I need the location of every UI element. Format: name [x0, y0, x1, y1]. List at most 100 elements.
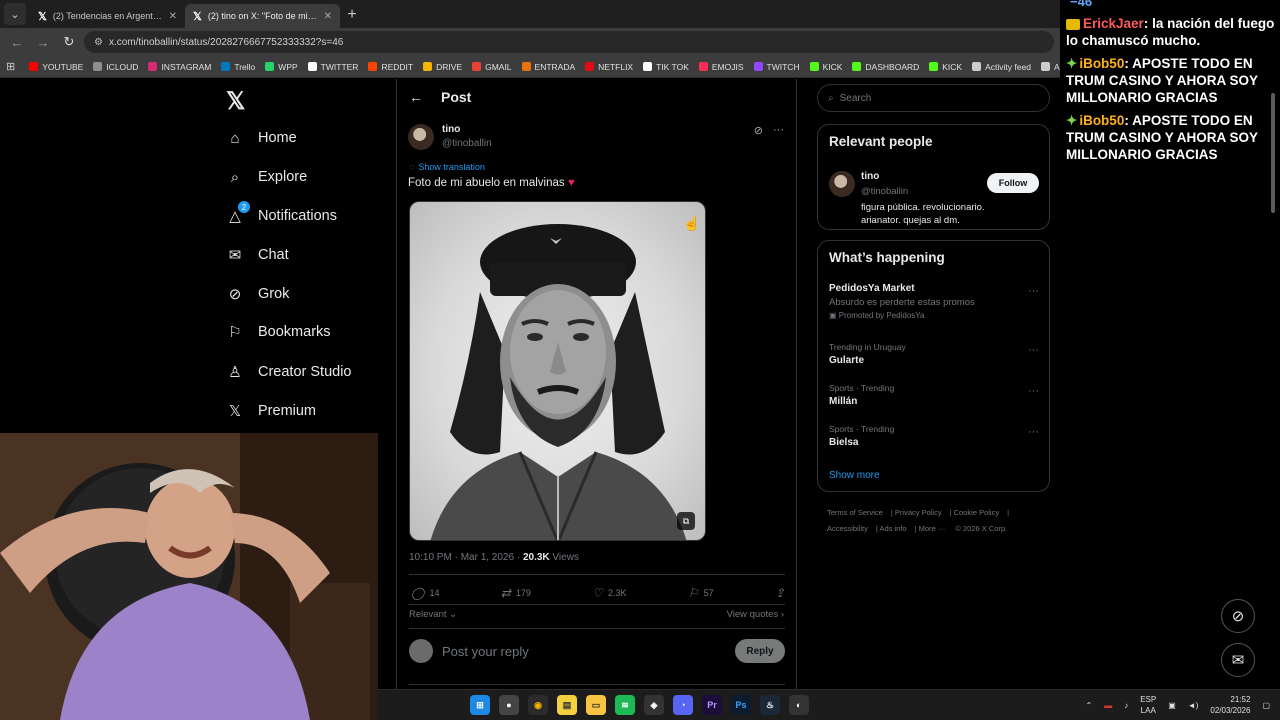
- mic-icon[interactable]: ♪: [1124, 701, 1128, 710]
- reply-action[interactable]: ◯ 14: [411, 586, 439, 600]
- nav-item-home[interactable]: ⌂ Home: [226, 129, 296, 147]
- follow-button[interactable]: Follow: [987, 173, 1039, 193]
- more-icon[interactable]: ···: [1028, 426, 1039, 438]
- scrollbar[interactable]: [1270, 85, 1276, 685]
- volume-icon[interactable]: ◄): [1188, 701, 1199, 710]
- epic-icon[interactable]: ◈: [644, 695, 664, 715]
- bookmark-item[interactable]: KICK: [929, 62, 962, 72]
- scrollbar-thumb[interactable]: [1271, 93, 1275, 213]
- apps-grid-icon[interactable]: ⊞: [6, 60, 15, 73]
- share-action[interactable]: ⇪: [775, 586, 785, 600]
- bookmark-item[interactable]: REDDIT: [368, 62, 413, 72]
- discord-icon[interactable]: ◔: [673, 695, 693, 715]
- bookmark-item[interactable]: KICK: [809, 62, 842, 72]
- notifications-icon[interactable]: ▢: [1262, 701, 1270, 710]
- author-name[interactable]: tino: [442, 124, 492, 135]
- avatar[interactable]: [408, 124, 434, 150]
- trend-item[interactable]: Trending in Uruguay Gularte ···: [829, 342, 1039, 366]
- premiere-icon[interactable]: Pr: [702, 695, 722, 715]
- x-logo-icon[interactable]: 𝕏: [226, 87, 245, 116]
- bookmark-item[interactable]: TWITCH: [753, 62, 800, 72]
- sort-replies-dropdown[interactable]: Relevant ⌄: [409, 609, 457, 620]
- bookmark-item[interactable]: INSTAGRAM: [148, 62, 211, 72]
- bookmark-item[interactable]: ANTISCUFF: [1040, 62, 1060, 72]
- footer-link[interactable]: Cookie Policy: [954, 508, 999, 517]
- forward-button[interactable]: →: [32, 31, 54, 53]
- browser-tab-post[interactable]: 𝕏 (2) tino on X: "Foto de mi abuel ✕: [185, 4, 340, 28]
- person-handle[interactable]: @tinoballin: [861, 186, 908, 197]
- author-handle[interactable]: @tinoballin: [442, 138, 492, 149]
- bookmark-item[interactable]: TIK TOK: [643, 62, 689, 72]
- bookmark-item[interactable]: EMOJIS: [698, 62, 744, 72]
- chevron-up-icon[interactable]: ⌃: [1086, 701, 1093, 710]
- footer-link[interactable]: Ads info: [879, 524, 906, 533]
- bookmark-item[interactable]: WPP: [265, 62, 298, 72]
- bookmark-item[interactable]: GMAIL: [472, 62, 512, 72]
- promoted-trend[interactable]: PedidosYa Market Absurdo es perderte est…: [829, 283, 1039, 320]
- search-box[interactable]: ⌕: [817, 84, 1050, 112]
- messages-fab-button[interactable]: ✉: [1221, 643, 1255, 677]
- bookmark-item[interactable]: DASHBOARD: [852, 62, 919, 72]
- nav-item-premium[interactable]: 𝕏 Premium: [226, 402, 316, 420]
- bookmark-item[interactable]: ENTRADA: [521, 62, 575, 72]
- bookmark-item[interactable]: Activity feed: [972, 62, 1031, 72]
- grok-fab-button[interactable]: ⊘: [1221, 599, 1255, 633]
- close-icon[interactable]: ✕: [324, 11, 332, 22]
- bookmark-action[interactable]: ⚐ 57: [688, 586, 714, 600]
- folder-icon[interactable]: ▭: [586, 695, 606, 715]
- more-icon[interactable]: ···: [1028, 285, 1039, 297]
- back-arrow-icon[interactable]: ←: [409, 89, 423, 105]
- language-indicator[interactable]: ESP LAA: [1140, 694, 1156, 716]
- new-tab-button[interactable]: +: [340, 3, 364, 27]
- post-timestamp[interactable]: 10:10 PM · Mar 1, 2026 ·: [409, 552, 523, 563]
- grok-icon[interactable]: ⊘: [754, 124, 763, 137]
- spotify-icon[interactable]: ≋: [615, 695, 635, 715]
- more-icon[interactable]: ···: [1028, 344, 1039, 356]
- bookmark-item[interactable]: DRIVE: [423, 62, 462, 72]
- search-input[interactable]: [839, 92, 1020, 104]
- bookmark-item[interactable]: TWITTER: [307, 62, 358, 72]
- nav-item-grok[interactable]: ⊘ Grok: [226, 285, 290, 303]
- bookmark-item[interactable]: YOUTUBE: [29, 62, 83, 72]
- app-icon[interactable]: ◐: [789, 695, 809, 715]
- image-alt-icon[interactable]: ⧉: [677, 512, 695, 530]
- trend-item[interactable]: Sports · Trending Bielsa ···: [829, 424, 1039, 448]
- person-name[interactable]: tino: [861, 171, 879, 182]
- start-icon[interactable]: ⊞: [470, 695, 490, 715]
- reply-input[interactable]: Post your reply: [442, 644, 726, 659]
- nav-item-bookmarks[interactable]: ⚐ Bookmarks: [226, 323, 330, 341]
- browser-tab-trends[interactable]: 𝕏 (2) Tendencias en Argentina on ✕: [30, 4, 185, 28]
- repost-action[interactable]: ⇄ 179: [501, 586, 531, 600]
- avatar[interactable]: [829, 171, 855, 197]
- bookmark-item[interactable]: ICLOUD: [93, 62, 138, 72]
- bookmark-item[interactable]: NETFLIX: [585, 62, 633, 72]
- footer-link[interactable]: More ···: [919, 524, 946, 533]
- post-photo[interactable]: ⧉: [409, 201, 706, 541]
- bookmark-item[interactable]: Trello: [221, 62, 255, 72]
- show-translation-link[interactable]: ◌ Show translation: [409, 162, 485, 172]
- clock[interactable]: 21:52 02/03/2026: [1210, 694, 1250, 716]
- address-bar[interactable]: ⚙ x.com/tinoballin/status/20282766677523…: [84, 31, 1054, 53]
- chrome-icon[interactable]: ◉: [528, 695, 548, 715]
- site-info-icon[interactable]: ⚙: [94, 37, 103, 48]
- more-icon[interactable]: ···: [773, 124, 784, 137]
- nav-item-creator-studio[interactable]: ♙ Creator Studio: [226, 363, 351, 381]
- nav-item-notifications[interactable]: △ 2 Notifications: [226, 201, 337, 225]
- footer-link[interactable]: Terms of Service: [827, 508, 883, 517]
- nav-item-explore[interactable]: ⌕ Explore: [226, 168, 307, 186]
- network-icon[interactable]: ▣: [1168, 701, 1176, 710]
- like-action[interactable]: ♡ 2.3K: [592, 586, 626, 600]
- more-icon[interactable]: ···: [1028, 385, 1039, 397]
- tab-search-button[interactable]: ⌄: [4, 3, 26, 25]
- photoshop-icon[interactable]: Ps: [731, 695, 751, 715]
- app-icon[interactable]: ●: [499, 695, 519, 715]
- view-quotes-link[interactable]: View quotes ›: [727, 609, 784, 620]
- reply-button[interactable]: Reply: [735, 639, 785, 663]
- close-icon[interactable]: ✕: [169, 11, 177, 22]
- footer-link[interactable]: Accessibility: [827, 524, 868, 533]
- reload-button[interactable]: ↻: [58, 31, 80, 53]
- trend-item[interactable]: Sports · Trending Millán ···: [829, 383, 1039, 407]
- footer-link[interactable]: Privacy Policy: [895, 508, 942, 517]
- nav-item-chat[interactable]: ✉ Chat: [226, 246, 289, 264]
- notes-icon[interactable]: ▤: [557, 695, 577, 715]
